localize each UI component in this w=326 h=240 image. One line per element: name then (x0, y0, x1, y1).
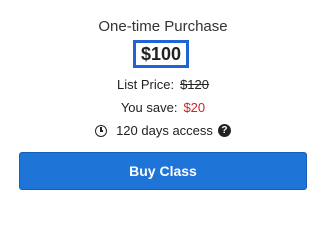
savings-value: $20 (183, 100, 206, 115)
clock-icon (95, 124, 108, 137)
access-duration-text: 120 days access (116, 123, 213, 138)
savings-row: You save: $20 (0, 100, 326, 115)
buy-class-button[interactable]: Buy Class (19, 152, 307, 190)
access-row: 120 days access ? (0, 123, 326, 138)
purchase-type-label: One-time Purchase (98, 18, 228, 35)
price-value: $100 (140, 43, 182, 64)
price-display: $100 (133, 40, 189, 68)
list-price-row: List Price: $120 (0, 77, 326, 92)
list-price-value: $120 (180, 77, 209, 92)
savings-label: You save: (120, 100, 178, 115)
list-price-label: List Price: (117, 77, 175, 92)
purchase-card: One-time Purchase $100 List Price: $120 … (0, 0, 326, 210)
question-circle-icon[interactable]: ? (217, 124, 231, 137)
